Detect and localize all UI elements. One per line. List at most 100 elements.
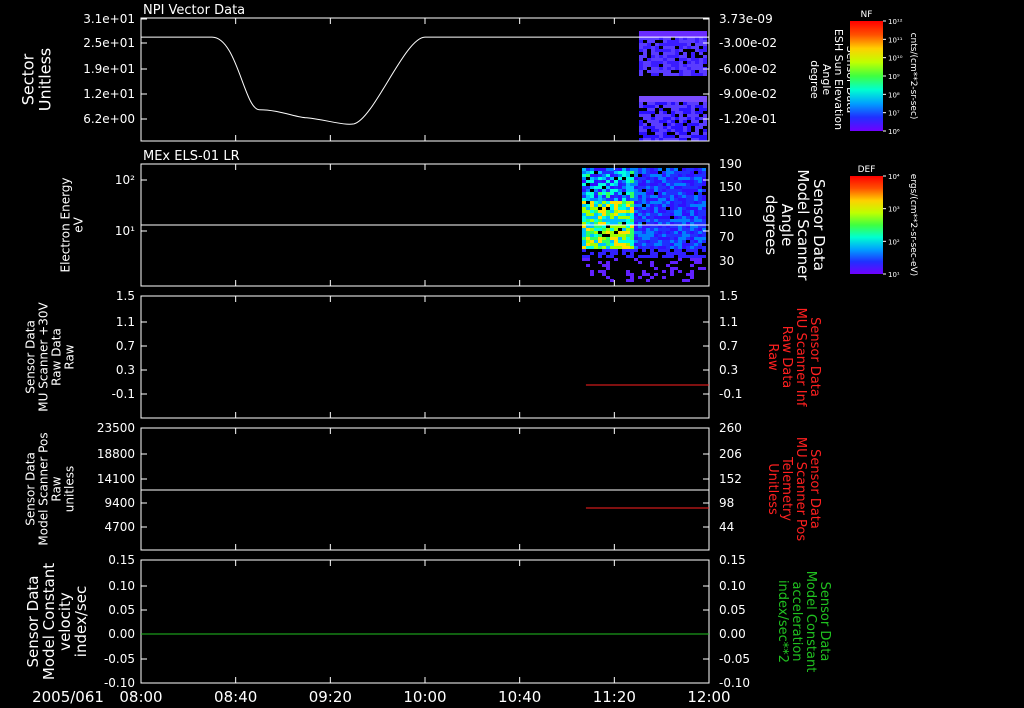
def-cell — [654, 213, 658, 216]
def-cell — [650, 270, 654, 273]
nf-cell — [675, 34, 679, 37]
nf-cell — [691, 99, 695, 102]
panel-frame — [140, 559, 710, 684]
def-cell — [678, 228, 682, 231]
nf-cell — [699, 111, 703, 114]
def-cell — [614, 258, 618, 261]
def-cell — [658, 261, 662, 264]
def-cell — [678, 273, 682, 276]
def-cell — [666, 180, 670, 183]
def-cell — [686, 237, 690, 240]
def-cell — [678, 210, 682, 213]
def-cell — [650, 228, 654, 231]
def-cell — [582, 210, 586, 213]
def-cell — [666, 177, 670, 180]
x-tick-label: 09:20 — [309, 688, 352, 706]
def-cell — [626, 192, 630, 195]
def-cell — [642, 207, 646, 210]
def-cell — [650, 183, 654, 186]
def-cell — [614, 198, 618, 201]
right-y-tick-label: 1.5 — [719, 289, 738, 303]
def-cell — [666, 279, 670, 282]
def-cell — [606, 195, 610, 198]
def-cell — [602, 279, 606, 282]
def-cell — [634, 255, 638, 258]
def-cell — [606, 258, 610, 261]
def-cell — [666, 231, 670, 234]
def-cell — [622, 267, 626, 270]
nf-cell — [639, 58, 643, 61]
def-cell — [586, 228, 590, 231]
def-cell — [582, 204, 586, 207]
def-cell — [626, 177, 630, 180]
nf-cell — [675, 132, 679, 135]
def-cell — [582, 279, 586, 282]
nf-cell — [651, 43, 655, 46]
def-cell — [662, 246, 666, 249]
nf-cell — [675, 129, 679, 132]
def-cell — [614, 174, 618, 177]
nf-cell — [687, 70, 691, 73]
nf-cell — [703, 111, 707, 114]
nf-cell — [643, 96, 647, 99]
right-y-tick-label: -1.20e-01 — [719, 112, 777, 126]
def-cell — [622, 252, 626, 255]
nf-cell — [683, 114, 687, 117]
right-y-tick-label: -3.00e-02 — [719, 36, 777, 50]
def-cell — [622, 174, 626, 177]
def-cell — [618, 168, 622, 171]
def-cell — [590, 204, 594, 207]
def-cell — [634, 243, 638, 246]
nf-cell — [651, 40, 655, 43]
def-cell — [586, 180, 590, 183]
def-cell — [642, 252, 646, 255]
def-cell — [658, 177, 662, 180]
def-cell — [642, 234, 646, 237]
def-cell — [698, 258, 702, 261]
y-tick-label: 1.2e+01 — [83, 87, 135, 101]
nf-cell — [659, 99, 663, 102]
nf-cell — [699, 102, 703, 105]
def-cell — [686, 213, 690, 216]
def-cell — [666, 228, 670, 231]
def-cell — [658, 279, 662, 282]
nf-cell — [675, 135, 679, 138]
def-cell — [626, 171, 630, 174]
def-cell — [698, 213, 702, 216]
def-cell — [586, 177, 590, 180]
def-cell — [702, 279, 706, 282]
nf-cell — [699, 73, 703, 76]
def-cell — [646, 228, 650, 231]
def-cell — [602, 231, 606, 234]
def-cell — [646, 210, 650, 213]
def-cell — [654, 240, 658, 243]
nf-cell — [659, 123, 663, 126]
def-cell — [690, 195, 694, 198]
def-cell — [626, 201, 630, 204]
def-cell — [622, 240, 626, 243]
nf-cell — [703, 123, 707, 126]
nf-cell — [699, 55, 703, 58]
x-tick-label: 11:20 — [593, 688, 636, 706]
def-cell — [666, 240, 670, 243]
nf-cell — [667, 114, 671, 117]
def-cell — [702, 267, 706, 270]
nf-cell — [683, 135, 687, 138]
def-cell — [690, 210, 694, 213]
nf-cell — [687, 46, 691, 49]
def-cell — [638, 258, 642, 261]
def-cell — [618, 264, 622, 267]
def-cell — [658, 210, 662, 213]
def-cell — [630, 279, 634, 282]
nf-cell — [691, 31, 695, 34]
def-cell — [622, 279, 626, 282]
def-cell — [610, 219, 614, 222]
def-cell — [626, 231, 630, 234]
def-cell — [622, 219, 626, 222]
def-cell — [678, 180, 682, 183]
def-cell — [594, 174, 598, 177]
def-cell — [666, 186, 670, 189]
def-cell — [682, 213, 686, 216]
nf-cell — [651, 46, 655, 49]
def-cell — [582, 243, 586, 246]
